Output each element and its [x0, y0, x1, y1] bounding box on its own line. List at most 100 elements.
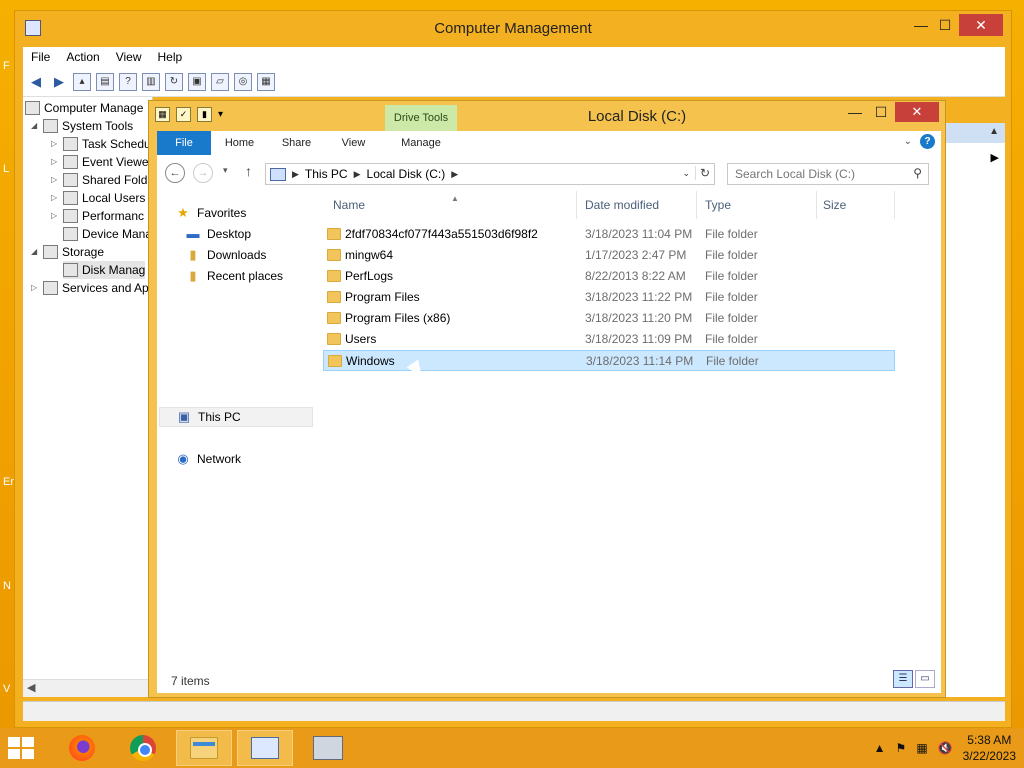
breadcrumb-this-pc[interactable]: This PC: [305, 167, 348, 181]
refresh-icon[interactable]: ↻: [165, 72, 183, 91]
volume-muted-icon[interactable]: 🔇: [938, 741, 953, 755]
large-icons-view-icon[interactable]: ▭: [915, 670, 935, 688]
back-arrow-icon[interactable]: ◀: [27, 73, 45, 91]
menu-action[interactable]: Action: [58, 47, 107, 67]
search-box[interactable]: ⚲: [727, 163, 929, 185]
folder-icon: [327, 270, 341, 282]
forward-arrow-icon[interactable]: ▶: [50, 73, 68, 91]
properties-icon[interactable]: ▣: [188, 72, 206, 91]
help-icon[interactable]: ?: [920, 134, 935, 149]
network-status-icon[interactable]: ▦: [916, 741, 927, 755]
search-disk-icon[interactable]: ◎: [234, 72, 252, 91]
clock-date: 3/22/2023: [962, 749, 1016, 763]
breadcrumb-local-disk[interactable]: Local Disk (C:): [367, 167, 446, 181]
expand-icon[interactable]: ▷: [51, 171, 63, 189]
action-pane-icon[interactable]: ▥: [142, 72, 160, 91]
tab-view[interactable]: View: [325, 131, 382, 155]
recent-places-icon: ▮: [189, 268, 197, 283]
tree-item[interactable]: ▷ Local Users: [51, 189, 145, 207]
cm-close-button[interactable]: ✕: [959, 14, 1003, 36]
help-icon[interactable]: ?: [119, 72, 137, 91]
menu-help[interactable]: Help: [150, 47, 191, 67]
address-dropdown-icon[interactable]: ⌄: [682, 168, 690, 179]
navigation-pane: ★ Favorites ▬ Desktop ▮ Downloads ▮ Recent p…: [157, 191, 317, 667]
recent-locations-chevron-icon[interactable]: ▾: [223, 165, 228, 176]
breadcrumb-chevron-icon[interactable]: ▶: [354, 169, 361, 180]
up-folder-icon[interactable]: ▴: [73, 72, 91, 91]
tree-item[interactable]: ▷ Event Viewe: [51, 153, 149, 171]
explorer-minimize-button[interactable]: —: [841, 104, 869, 120]
file-row[interactable]: 2fdf70834cf077f443a551503d6f98f2 3/18/202…: [323, 224, 895, 245]
column-header-name[interactable]: ▲ Name: [323, 191, 577, 219]
column-header-type[interactable]: Type: [699, 191, 817, 219]
details-view-icon[interactable]: ☰: [893, 670, 913, 688]
expand-ribbon-chevron-icon[interactable]: ⌄: [904, 136, 912, 147]
taskbar-firefox[interactable]: [54, 730, 110, 766]
expand-icon[interactable]: ▷: [51, 189, 63, 207]
breadcrumb-chevron-icon[interactable]: ▶: [451, 169, 458, 180]
menu-file[interactable]: File: [23, 47, 58, 67]
tab-manage[interactable]: Manage: [385, 131, 457, 155]
device-icon: [63, 227, 78, 241]
taskbar-network[interactable]: [300, 730, 356, 766]
breadcrumb-chevron-icon[interactable]: ▶: [292, 169, 299, 180]
nav-item-favorites[interactable]: ★ Favorites: [175, 203, 246, 223]
collapse-up-icon[interactable]: ▲: [989, 126, 999, 137]
nav-item-downloads[interactable]: ▮ Downloads: [185, 245, 266, 265]
file-row[interactable]: Users 3/18/2023 11:09 PM File folder: [323, 329, 895, 350]
tree-item[interactable]: ▷ Performanc: [51, 207, 144, 225]
tree-item[interactable]: ◢ Storage: [31, 243, 104, 261]
collapse-icon[interactable]: ◢: [31, 243, 43, 261]
column-header-date[interactable]: Date modified: [579, 191, 697, 219]
nav-item-network[interactable]: ◉ Network: [175, 449, 241, 469]
start-button[interactable]: [8, 737, 38, 761]
up-one-level-icon[interactable]: ↑: [245, 163, 252, 179]
explorer-close-button[interactable]: ✕: [895, 102, 939, 122]
file-row[interactable]: Program Files 3/18/2023 11:22 PM File fold…: [323, 287, 895, 308]
expand-icon[interactable]: ▷: [51, 135, 63, 153]
expand-icon[interactable]: ▷: [51, 207, 63, 225]
tree-item[interactable]: Computer Manage: [25, 99, 143, 117]
tree-item[interactable]: Device Mana: [63, 225, 152, 243]
nav-item-recent-places[interactable]: ▮ Recent places: [185, 266, 283, 286]
search-icon[interactable]: ⚲: [913, 166, 922, 180]
open-folder-icon[interactable]: ▱: [211, 72, 229, 91]
taskbar-file-explorer[interactable]: [176, 730, 232, 766]
back-button[interactable]: ←: [165, 163, 185, 183]
file-row[interactable]: PerfLogs 8/22/2013 8:22 AM File folder: [323, 266, 895, 287]
tree-item[interactable]: ◢ System Tools: [31, 117, 133, 135]
more-actions-arrow-icon[interactable]: ▶: [991, 151, 999, 164]
scroll-left-icon[interactable]: ◀: [27, 681, 35, 694]
clock[interactable]: 5:38 AM 3/22/2023: [963, 732, 1016, 764]
menu-view[interactable]: View: [108, 47, 150, 67]
show-hide-tree-icon[interactable]: ▤: [96, 72, 114, 91]
tree-item[interactable]: ▷ Shared Fold: [51, 171, 147, 189]
search-input[interactable]: [728, 164, 898, 184]
tree-item[interactable]: ▷ Services and Ap: [31, 279, 149, 297]
taskbar-chrome[interactable]: [115, 730, 171, 766]
collapse-icon[interactable]: ◢: [31, 117, 43, 135]
refresh-icon[interactable]: ↻: [694, 166, 710, 180]
disk-properties-icon[interactable]: ▦: [257, 72, 275, 91]
tab-share[interactable]: Share: [268, 131, 325, 155]
address-bar[interactable]: ▶ This PC ▶ Local Disk (C:) ▶ ⌄ ↻: [265, 163, 715, 185]
show-hidden-icons-icon[interactable]: ▲: [874, 741, 886, 755]
file-row[interactable]: Program Files (x86) 3/18/2023 11:20 PM Fil…: [323, 308, 895, 329]
file-row[interactable]: mingw64 1/17/2023 2:47 PM File folder: [323, 245, 895, 266]
flag-icon[interactable]: ⚑: [896, 741, 907, 755]
taskbar-computer-management[interactable]: [237, 730, 293, 766]
cm-horizontal-scrollbar[interactable]: ◀: [23, 679, 153, 697]
explorer-maximize-button[interactable]: ☐: [867, 104, 895, 121]
expand-icon[interactable]: ▷: [51, 153, 63, 171]
expand-icon[interactable]: ▷: [31, 279, 43, 297]
nav-item-this-pc[interactable]: ▣ This PC: [159, 407, 313, 427]
column-header-size[interactable]: Size: [817, 191, 895, 219]
tree-item[interactable]: ▷ Task Schedu: [51, 135, 151, 153]
cm-titlebar[interactable]: Computer Management — ☐ ✕: [15, 11, 1011, 47]
tree-item-selected[interactable]: Disk Manag: [63, 261, 146, 279]
cm-maximize-button[interactable]: ☐: [931, 17, 959, 34]
nav-item-desktop[interactable]: ▬ Desktop: [185, 224, 252, 244]
tab-home[interactable]: Home: [211, 131, 268, 155]
forward-button[interactable]: →: [193, 163, 213, 183]
tab-file[interactable]: File: [157, 131, 211, 155]
